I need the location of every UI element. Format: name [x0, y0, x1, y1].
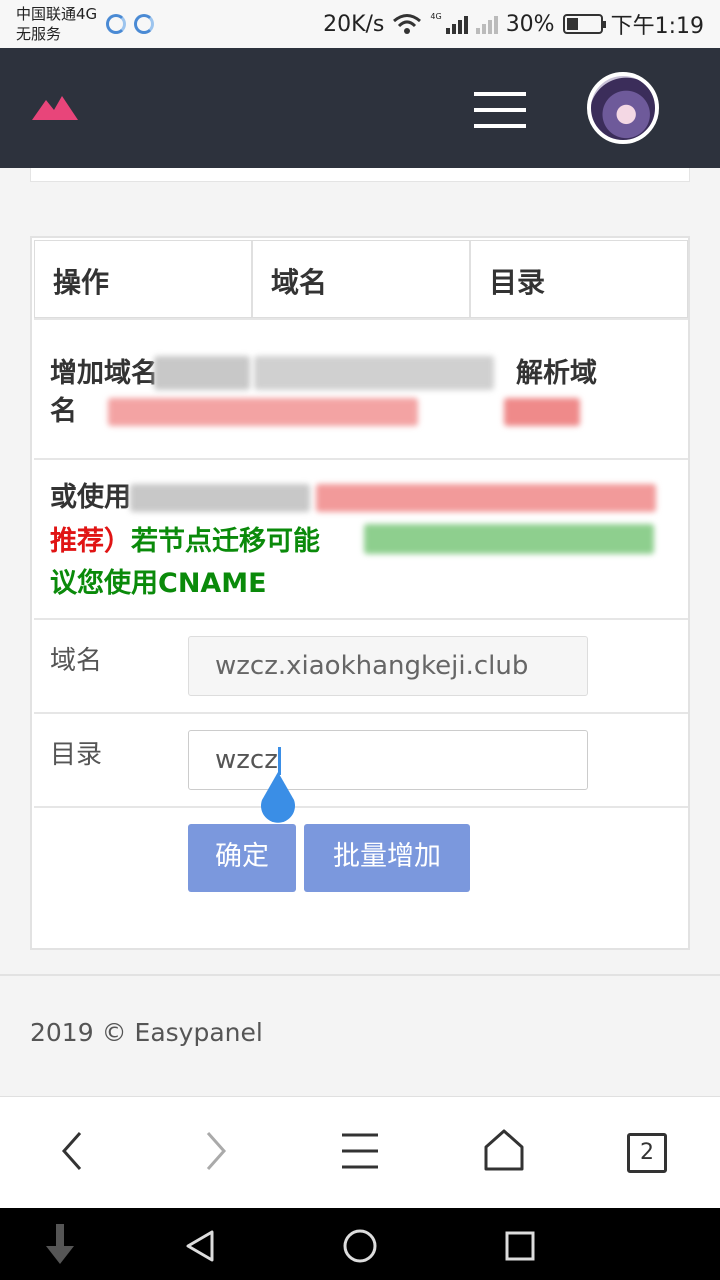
- app-notification-icon: [134, 14, 154, 34]
- network-speed: 20K/s: [323, 11, 385, 37]
- confirm-button[interactable]: 确定: [188, 824, 296, 892]
- notice-text: 解析域: [516, 358, 597, 389]
- notice-line: 议您使用CNAME: [50, 568, 267, 599]
- footer-divider: [0, 974, 720, 976]
- tab-count-button[interactable]: 2: [627, 1133, 667, 1173]
- notice-row: 或使用 推荐）若节点迁移可能 议您使用CNAME: [34, 462, 688, 620]
- hamburger-menu-icon[interactable]: [474, 92, 526, 128]
- wifi-icon: [393, 14, 422, 34]
- notice-text: 名: [50, 396, 77, 427]
- domain-label: 域名: [50, 646, 103, 676]
- nav-back-icon[interactable]: [182, 1228, 218, 1264]
- column-header-directory: 目录: [489, 266, 546, 299]
- directory-input[interactable]: wzcz: [188, 730, 588, 790]
- redacted-block: [504, 398, 580, 426]
- footer-copyright: 2019 © Easypanel: [30, 1018, 263, 1047]
- nav-recents-icon[interactable]: [504, 1230, 536, 1262]
- directory-row: 目录 wzcz: [34, 714, 688, 808]
- network-type-badge: 4G: [430, 11, 442, 21]
- system-navigation-bar: [0, 1208, 720, 1280]
- signal-icon: [445, 14, 468, 34]
- redacted-block: [130, 484, 310, 512]
- redacted-block: [316, 484, 656, 512]
- notice-box: 增加域名 解析域 名 或使用 推荐）若节点迁移可能 议您使用CNAME: [34, 318, 688, 620]
- status-bar: 中国联通4G 无服务 20K/s 4G 30% 下午1:19: [0, 0, 720, 48]
- previous-card-edge: [30, 168, 690, 182]
- notice-hint-text: 若节点迁移可能: [131, 526, 320, 557]
- text-cursor: [277, 746, 281, 775]
- notification-icons: [106, 14, 154, 34]
- user-avatar[interactable]: [587, 72, 659, 144]
- redacted-block: [254, 356, 494, 390]
- menu-icon[interactable]: [340, 1127, 380, 1175]
- redacted-block: [364, 524, 654, 554]
- carrier-service: 无服务: [16, 25, 62, 43]
- clock: 下午1:19: [610, 14, 704, 39]
- table-header: 操作 域名 目录: [34, 240, 688, 318]
- column-header-domain: 域名: [253, 241, 471, 317]
- battery-icon: [562, 14, 606, 34]
- status-right: 20K/s 4G 30% 下午1:19: [323, 8, 704, 40]
- carrier-name: 中国联通4G: [16, 5, 98, 23]
- cursor-handle-icon[interactable]: [256, 772, 300, 828]
- home-icon[interactable]: [482, 1127, 526, 1175]
- redacted-block: [154, 356, 250, 390]
- carrier-info: 中国联通4G 无服务: [16, 4, 97, 44]
- hide-nav-icon[interactable]: [44, 1224, 76, 1268]
- forward-icon[interactable]: [200, 1127, 232, 1175]
- mountain-logo-icon[interactable]: [32, 94, 78, 120]
- directory-label: 目录: [50, 740, 103, 770]
- column-header-action: 操作: [35, 241, 253, 317]
- app-notification-icon: [106, 14, 126, 34]
- nav-home-icon[interactable]: [342, 1228, 378, 1264]
- domain-row: 域名 wzcz.xiaokhangkeji.club: [34, 620, 688, 714]
- notice-text: 或使用: [50, 482, 131, 513]
- battery-percent: 30%: [505, 11, 555, 37]
- back-icon[interactable]: [56, 1127, 88, 1175]
- notice-text: 增加域名: [50, 358, 158, 389]
- notice-warning-text: 推荐）: [50, 526, 131, 557]
- domain-field[interactable]: wzcz.xiaokhangkeji.club: [188, 636, 588, 696]
- browser-toolbar: 2: [0, 1096, 720, 1208]
- directory-value: wzcz: [215, 745, 278, 775]
- redacted-block: [108, 398, 418, 426]
- signal-icon: [475, 14, 498, 34]
- batch-add-button[interactable]: 批量增加: [304, 824, 470, 892]
- notice-row: 增加域名 解析域 名: [34, 320, 688, 460]
